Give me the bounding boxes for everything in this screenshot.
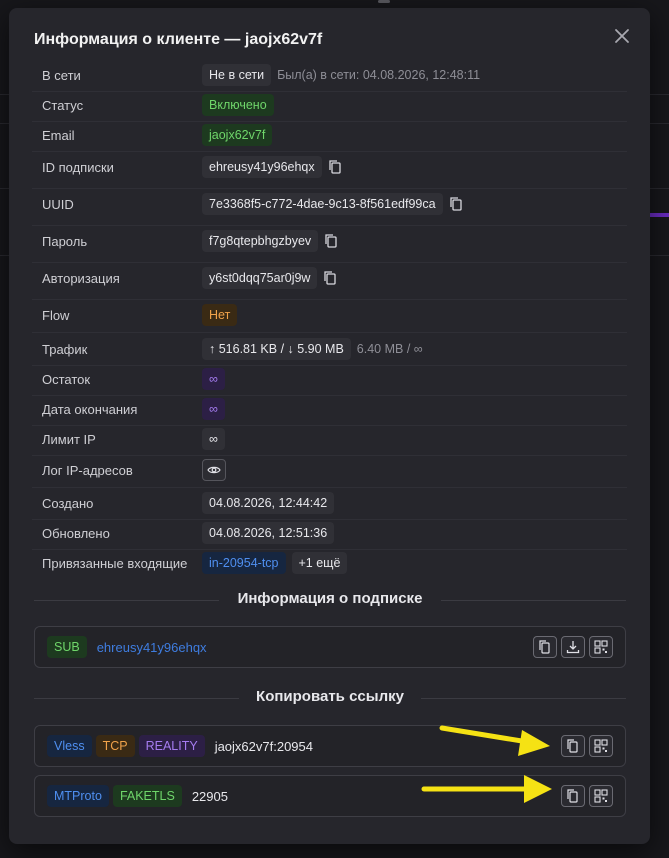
- row-label: ID подписки: [42, 159, 114, 175]
- subscription-section-divider: Информация о подписке: [34, 590, 626, 610]
- row-label: Email: [42, 127, 75, 143]
- copy-link-button[interactable]: [561, 785, 585, 807]
- qr-code-icon: [594, 739, 608, 753]
- row-password: Пароль f7g8qtepbhgzbyev: [32, 226, 627, 256]
- link-remark: jaojx62v7f:20954: [214, 738, 313, 754]
- subscription-id-value: ehreusy41y96ehqx: [202, 156, 322, 178]
- copy-icon: [325, 234, 337, 248]
- row-auth: Авторизация y6st0dqq75ar0j9w: [32, 263, 627, 293]
- qr-code-icon: [594, 789, 608, 803]
- flow-badge: Нет: [202, 304, 238, 326]
- background-accent-bar: [649, 213, 669, 217]
- row-label: UUID: [42, 196, 74, 212]
- download-icon: [566, 641, 580, 654]
- copy-links-section-divider: Копировать ссылку: [34, 688, 626, 708]
- row-email: Email jaojx62v7f: [32, 122, 627, 148]
- row-ip-log: Лог IP-адресов: [32, 456, 627, 484]
- qr-subscription-button[interactable]: [589, 636, 613, 658]
- row-label: Лог IP-адресов: [42, 462, 133, 478]
- auth-value: y6st0dqq75ar0j9w: [202, 267, 318, 289]
- client-info-modal: Информация о клиенте — jaojx62v7f В сети…: [9, 8, 650, 844]
- row-label: Привязанные входящие: [42, 555, 188, 571]
- row-inbounds: Привязанные входящие in-20954-tcp +1 ещё: [32, 549, 627, 577]
- row-status: Статус Включено: [32, 92, 627, 118]
- row-expiry: Дата окончания ∞: [32, 396, 627, 422]
- view-ip-log-button[interactable]: [202, 459, 226, 481]
- row-online: В сети Не в сети Был(а) в сети: 04.08.20…: [32, 62, 627, 88]
- security-tag: FAKETLS: [112, 785, 182, 807]
- annotation-arrow-icon: [421, 775, 552, 803]
- ip-limit-badge: ∞: [202, 428, 225, 450]
- row-remaining: Остаток ∞: [32, 366, 627, 392]
- copy-auth-button[interactable]: [323, 270, 337, 286]
- remaining-badge: ∞: [202, 368, 225, 390]
- copy-icon: [567, 739, 578, 753]
- sub-tag: SUB: [47, 636, 87, 658]
- row-label: Обновлено: [42, 525, 110, 541]
- eye-icon: [207, 466, 221, 474]
- traffic-total: 6.40 MB / ∞: [356, 342, 423, 356]
- row-traffic: Трафик ↑ 516.81 KB / ↓ 5.90 MB 6.40 MB /…: [32, 336, 627, 362]
- row-label: Авторизация: [42, 270, 120, 286]
- copy-icon: [324, 271, 337, 285]
- row-label: Лимит IP: [42, 431, 96, 447]
- copy-icon: [449, 197, 462, 211]
- subscription-link[interactable]: ehreusy41y96ehqx: [97, 640, 207, 655]
- download-subscription-button[interactable]: [561, 636, 585, 658]
- row-label: Flow: [42, 307, 70, 323]
- copy-uuid-button[interactable]: [449, 196, 463, 212]
- expiry-badge: ∞: [202, 398, 225, 420]
- row-label: В сети: [42, 67, 81, 83]
- row-updated: Обновлено 04.08.2026, 12:51:36: [32, 519, 627, 547]
- email-badge: jaojx62v7f: [202, 124, 273, 146]
- copy-icon: [539, 640, 550, 654]
- row-label: Остаток: [42, 371, 91, 387]
- last-seen-text: Был(а) в сети: 04.08.2026, 12:48:11: [277, 68, 481, 82]
- row-label: Пароль: [42, 233, 88, 249]
- close-button[interactable]: [612, 26, 632, 46]
- subscription-card: SUB ehreusy41y96ehqx: [34, 626, 626, 668]
- password-value: f7g8qtepbhgzbyev: [202, 230, 319, 252]
- copy-subscription-button[interactable]: [533, 636, 557, 658]
- subscription-heading: Информация о подписке: [237, 590, 423, 607]
- protocol-tag: Vless: [47, 735, 92, 757]
- row-divider: [32, 487, 627, 488]
- row-subscription-id: ID подписки ehreusy41y96ehqx: [32, 152, 627, 182]
- qr-link-button[interactable]: [589, 785, 613, 807]
- row-ip-limit: Лимит IP ∞: [32, 426, 627, 452]
- network-tag: TCP: [95, 735, 135, 757]
- created-value: 04.08.2026, 12:44:42: [202, 492, 335, 514]
- row-divider: [32, 299, 627, 300]
- annotation-arrow-icon: [439, 725, 550, 756]
- close-icon: [615, 29, 629, 43]
- row-flow: Flow Нет: [32, 302, 627, 328]
- row-label: Статус: [42, 97, 84, 113]
- protocol-tag: MTProto: [47, 785, 109, 807]
- qr-code-icon: [594, 640, 608, 654]
- copy-icon: [567, 789, 578, 803]
- online-status-badge: Не в сети: [202, 64, 272, 86]
- row-label: Дата окончания: [42, 401, 138, 417]
- traffic-value: ↑ 516.81 KB / ↓ 5.90 MB: [202, 338, 351, 360]
- modal-title: Информация о клиенте — jaojx62v7f: [34, 31, 323, 48]
- copy-icon: [328, 160, 341, 174]
- more-inbounds-badge[interactable]: +1 ещё: [291, 552, 348, 574]
- copy-links-heading: Копировать ссылку: [256, 688, 404, 705]
- background-indicator: [378, 0, 390, 3]
- row-created: Создано 04.08.2026, 12:44:42: [32, 489, 627, 517]
- row-uuid: UUID 7e3368f5-c772-4dae-9c13-8f561edf99c…: [32, 189, 627, 219]
- link-remark: 22905: [191, 788, 228, 804]
- row-label: Создано: [42, 495, 94, 511]
- uuid-value: 7e3368f5-c772-4dae-9c13-8f561edf99ca: [202, 193, 443, 215]
- security-tag: REALITY: [138, 735, 205, 757]
- status-badge: Включено: [202, 94, 274, 116]
- row-label: Трафик: [42, 341, 88, 357]
- row-divider: [32, 332, 627, 333]
- copy-link-button[interactable]: [561, 735, 585, 757]
- copy-password-button[interactable]: [324, 233, 338, 249]
- copy-subscription-id-button[interactable]: [328, 159, 342, 175]
- updated-value: 04.08.2026, 12:51:36: [202, 522, 335, 544]
- inbound-badge[interactable]: in-20954-tcp: [202, 552, 286, 574]
- qr-link-button[interactable]: [589, 735, 613, 757]
